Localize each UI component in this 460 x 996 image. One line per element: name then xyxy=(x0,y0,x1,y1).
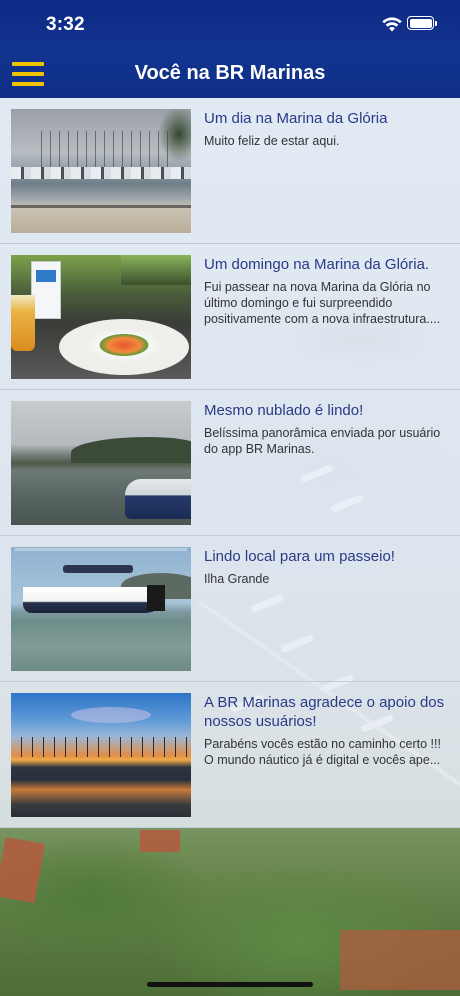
battery-icon xyxy=(407,16,437,30)
post-description: Muito feliz de estar aqui. xyxy=(204,134,340,148)
post-item[interactable]: Um dia na Marina da Glória Muito feliz d… xyxy=(0,98,460,244)
post-title: Mesmo nublado é lindo! xyxy=(204,402,364,419)
page-title: Você na BR Marinas xyxy=(134,62,326,84)
post-thumbnail xyxy=(11,547,191,671)
post-item[interactable]: Lindo local para um passeio! Ilha Grande xyxy=(0,536,460,682)
post-description: Fui passear na nova Marina da Glória no … xyxy=(204,280,441,326)
app-header: 3:32 Você na BR Marinas xyxy=(0,0,460,98)
post-item[interactable]: Mesmo nublado é lindo! Belíssima panorâm… xyxy=(0,390,460,536)
post-title: Lindo local para um passeio! xyxy=(204,548,395,565)
post-title: Um dia na Marina da Glória xyxy=(204,110,388,127)
post-item[interactable]: Um domingo na Marina da Glória. Fui pass… xyxy=(0,244,460,390)
post-thumbnail xyxy=(11,109,191,233)
post-thumbnail xyxy=(11,401,191,525)
post-description: Belíssima panorâmica enviada por usuário… xyxy=(204,426,441,456)
wifi-icon xyxy=(382,17,402,32)
post-title: A BR Marinas agradece o apoio dos nossos… xyxy=(204,694,445,730)
post-thumbnail xyxy=(11,693,191,817)
post-item[interactable]: A BR Marinas agradece o apoio dos nossos… xyxy=(0,682,460,828)
post-description: Ilha Grande xyxy=(204,572,270,586)
home-indicator[interactable] xyxy=(147,982,313,987)
posts-list: Um dia na Marina da Glória Muito feliz d… xyxy=(0,98,460,828)
status-time: 3:32 xyxy=(46,14,85,35)
post-description: Parabéns vocês estão no caminho certo !!… xyxy=(204,737,441,767)
post-title: Um domingo na Marina da Glória. xyxy=(204,256,430,273)
post-thumbnail xyxy=(11,255,191,379)
